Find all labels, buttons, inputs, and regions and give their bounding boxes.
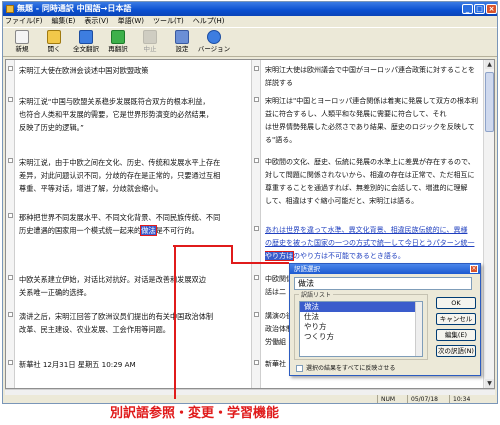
toolbar: 新規 開く 全文翻訳 再翻訳 中止 設定 バージョン xyxy=(3,27,497,57)
dialog-close-icon[interactable]: × xyxy=(470,265,478,273)
callout-line xyxy=(231,262,289,264)
gutter-marker xyxy=(8,158,13,163)
menu-view[interactable]: 表示(V) xyxy=(84,16,108,27)
settings-button[interactable]: 設定 xyxy=(167,28,197,56)
target-selected-word[interactable]: やり方は xyxy=(265,251,294,261)
scroll-down-icon[interactable]: ▼ xyxy=(485,379,494,388)
target-paragraph: 中欧間の文化、歴史、伝統に発展の水準上に差異が存在するので、 対して問題に関係さ… xyxy=(265,158,475,205)
translate-all-icon xyxy=(79,30,93,44)
source-paragraph: 中欧关系建立伊始，对话比对抗好。对话是改善和发展双边 关系唯一正确的选择。 xyxy=(19,275,206,297)
gutter-marker xyxy=(8,275,13,280)
translation-choice-dialog: 訳語選択 × 做法 訳語リスト 做法 仕法 やり方 つくり方 OK キャンセル … xyxy=(289,263,481,376)
status-date: 05/07/18 xyxy=(407,395,438,403)
translate-all-button[interactable]: 全文翻訳 xyxy=(71,28,101,56)
source-paragraph: 宋明江大使在欧洲会谈述中国对欧盟政策 xyxy=(19,66,149,75)
status-bar: NUM 05/07/18 10:34 xyxy=(3,395,497,403)
stop-icon xyxy=(143,30,157,44)
source-paragraph: 演讲之后，宋明江回答了欧洲议员们提出的有关中国政治体制 改革、民主建设、农业发展… xyxy=(19,312,214,334)
target-paragraph: 宋明江は"中国とヨーロッパ連合関係は着実に発展して双方の根本利 益に符合するし、… xyxy=(265,97,479,144)
menu-help[interactable]: ヘルプ(H) xyxy=(193,16,225,27)
scroll-thumb[interactable] xyxy=(485,72,494,132)
option-list-scrollbar[interactable] xyxy=(415,302,422,356)
translation-option[interactable]: 仕法 xyxy=(300,312,422,322)
apply-all-checkbox[interactable]: 選択の結果をすべてに反映させる xyxy=(296,364,395,373)
gutter-marker xyxy=(254,275,259,280)
open-button[interactable]: 開く xyxy=(39,28,69,56)
window-title: 無題 - 同時通訳 中国語→日本語 xyxy=(17,4,132,13)
target-paragraph: 宋明江大使は欧州議会で中国がヨーロッパ連合政策に対することを 詳説する xyxy=(265,66,475,87)
menu-tools[interactable]: ツール(T) xyxy=(153,16,184,27)
gutter-marker xyxy=(8,66,13,71)
scroll-up-icon[interactable]: ▲ xyxy=(485,60,494,69)
gutter-marker xyxy=(254,226,259,231)
title-bar[interactable]: 無題 - 同時通訳 中国語→日本語 _ □ × xyxy=(3,2,497,16)
translation-option-list[interactable]: 做法 仕法 やり方 つくり方 xyxy=(299,301,423,357)
gutter-marker xyxy=(8,213,13,218)
source-paragraph: 宋明江说，由于中欧之间在文化、历史、传统和发展水平上存在 差异，对此问题认识不同… xyxy=(19,158,221,193)
apply-all-label: 選択の結果をすべてに反映させる xyxy=(306,365,396,372)
gutter-marker xyxy=(254,97,259,102)
gutter-marker xyxy=(254,312,259,317)
right-gutter xyxy=(252,60,261,388)
gutter-marker xyxy=(254,360,259,365)
gutter-marker xyxy=(254,158,259,163)
vertical-scrollbar[interactable]: ▲ ▼ xyxy=(483,60,494,388)
menu-edit[interactable]: 編集(E) xyxy=(52,16,76,27)
status-num: NUM xyxy=(377,395,395,403)
open-folder-icon xyxy=(47,30,61,44)
new-icon xyxy=(15,30,29,44)
new-button[interactable]: 新規 xyxy=(7,28,37,56)
cancel-button[interactable]: キャンセル xyxy=(436,313,476,325)
next-option-button[interactable]: 次の訳語(N) xyxy=(436,345,476,357)
left-gutter xyxy=(6,60,15,388)
status-time: 10:34 xyxy=(449,395,470,403)
close-button[interactable]: × xyxy=(486,4,497,14)
target-paragraph: あれは世界を違って水準、異文化背景、相違民族伝統的に、異様 の歴史を被った国家の… xyxy=(265,226,475,261)
settings-icon xyxy=(175,30,189,44)
gutter-marker xyxy=(8,360,13,365)
source-paragraph: 新華社 12月31日 星期五 10:29 AM xyxy=(19,360,136,369)
minimize-button[interactable]: _ xyxy=(462,4,473,14)
dialog-option-group: 訳語リスト 做法 仕法 やり方 つくり方 xyxy=(294,290,428,360)
checkbox-box[interactable] xyxy=(296,365,303,372)
callout-line xyxy=(174,245,176,399)
gutter-marker xyxy=(8,97,13,102)
dialog-group-label: 訳語リスト xyxy=(299,290,334,299)
retranslate-icon xyxy=(111,30,125,44)
version-button[interactable]: バージョン xyxy=(198,28,230,56)
translation-option[interactable]: 做法 xyxy=(300,302,422,312)
edit-button[interactable]: 編集(E) xyxy=(436,329,476,341)
translation-option[interactable]: やり方 xyxy=(300,322,422,332)
menu-file[interactable]: ファイル(F) xyxy=(5,16,43,27)
dialog-title[interactable]: 訳語選択 xyxy=(290,264,480,274)
source-selected-word[interactable]: 做法 xyxy=(140,225,157,236)
gutter-marker xyxy=(8,312,13,317)
callout-line xyxy=(173,245,231,247)
translation-option[interactable]: つくり方 xyxy=(300,332,422,342)
app-icon xyxy=(6,5,14,13)
help-icon xyxy=(207,30,221,44)
stop-button[interactable]: 中止 xyxy=(135,28,165,56)
ok-button[interactable]: OK xyxy=(436,297,476,309)
gutter-marker xyxy=(254,66,259,71)
maximize-button[interactable]: □ xyxy=(474,4,485,14)
feature-caption: 別訳語参照・変更・学習機能 xyxy=(110,406,280,421)
menu-bar: ファイル(F) 編集(E) 表示(V) 単語(W) ツール(T) ヘルプ(H) xyxy=(3,16,497,27)
source-text-pane[interactable]: 宋明江大使在欧洲会谈述中国对欧盟政策 宋明江说“中国与欧盟关系稳步发展既符合双方… xyxy=(15,60,251,388)
menu-word[interactable]: 単語(W) xyxy=(118,16,144,27)
source-paragraph: 宋明江说“中国与欧盟关系稳步发展既符合双方的根本利益， 也符合人类和平发展的需要… xyxy=(19,97,214,132)
source-paragraph: 那种把世界不同发展水平、不同文化背景、不同民族传统、不同 历史遭遇的国家用一个模… xyxy=(19,213,221,236)
dialog-source-word: 做法 xyxy=(294,277,472,290)
retranslate-button[interactable]: 再翻訳 xyxy=(103,28,133,56)
